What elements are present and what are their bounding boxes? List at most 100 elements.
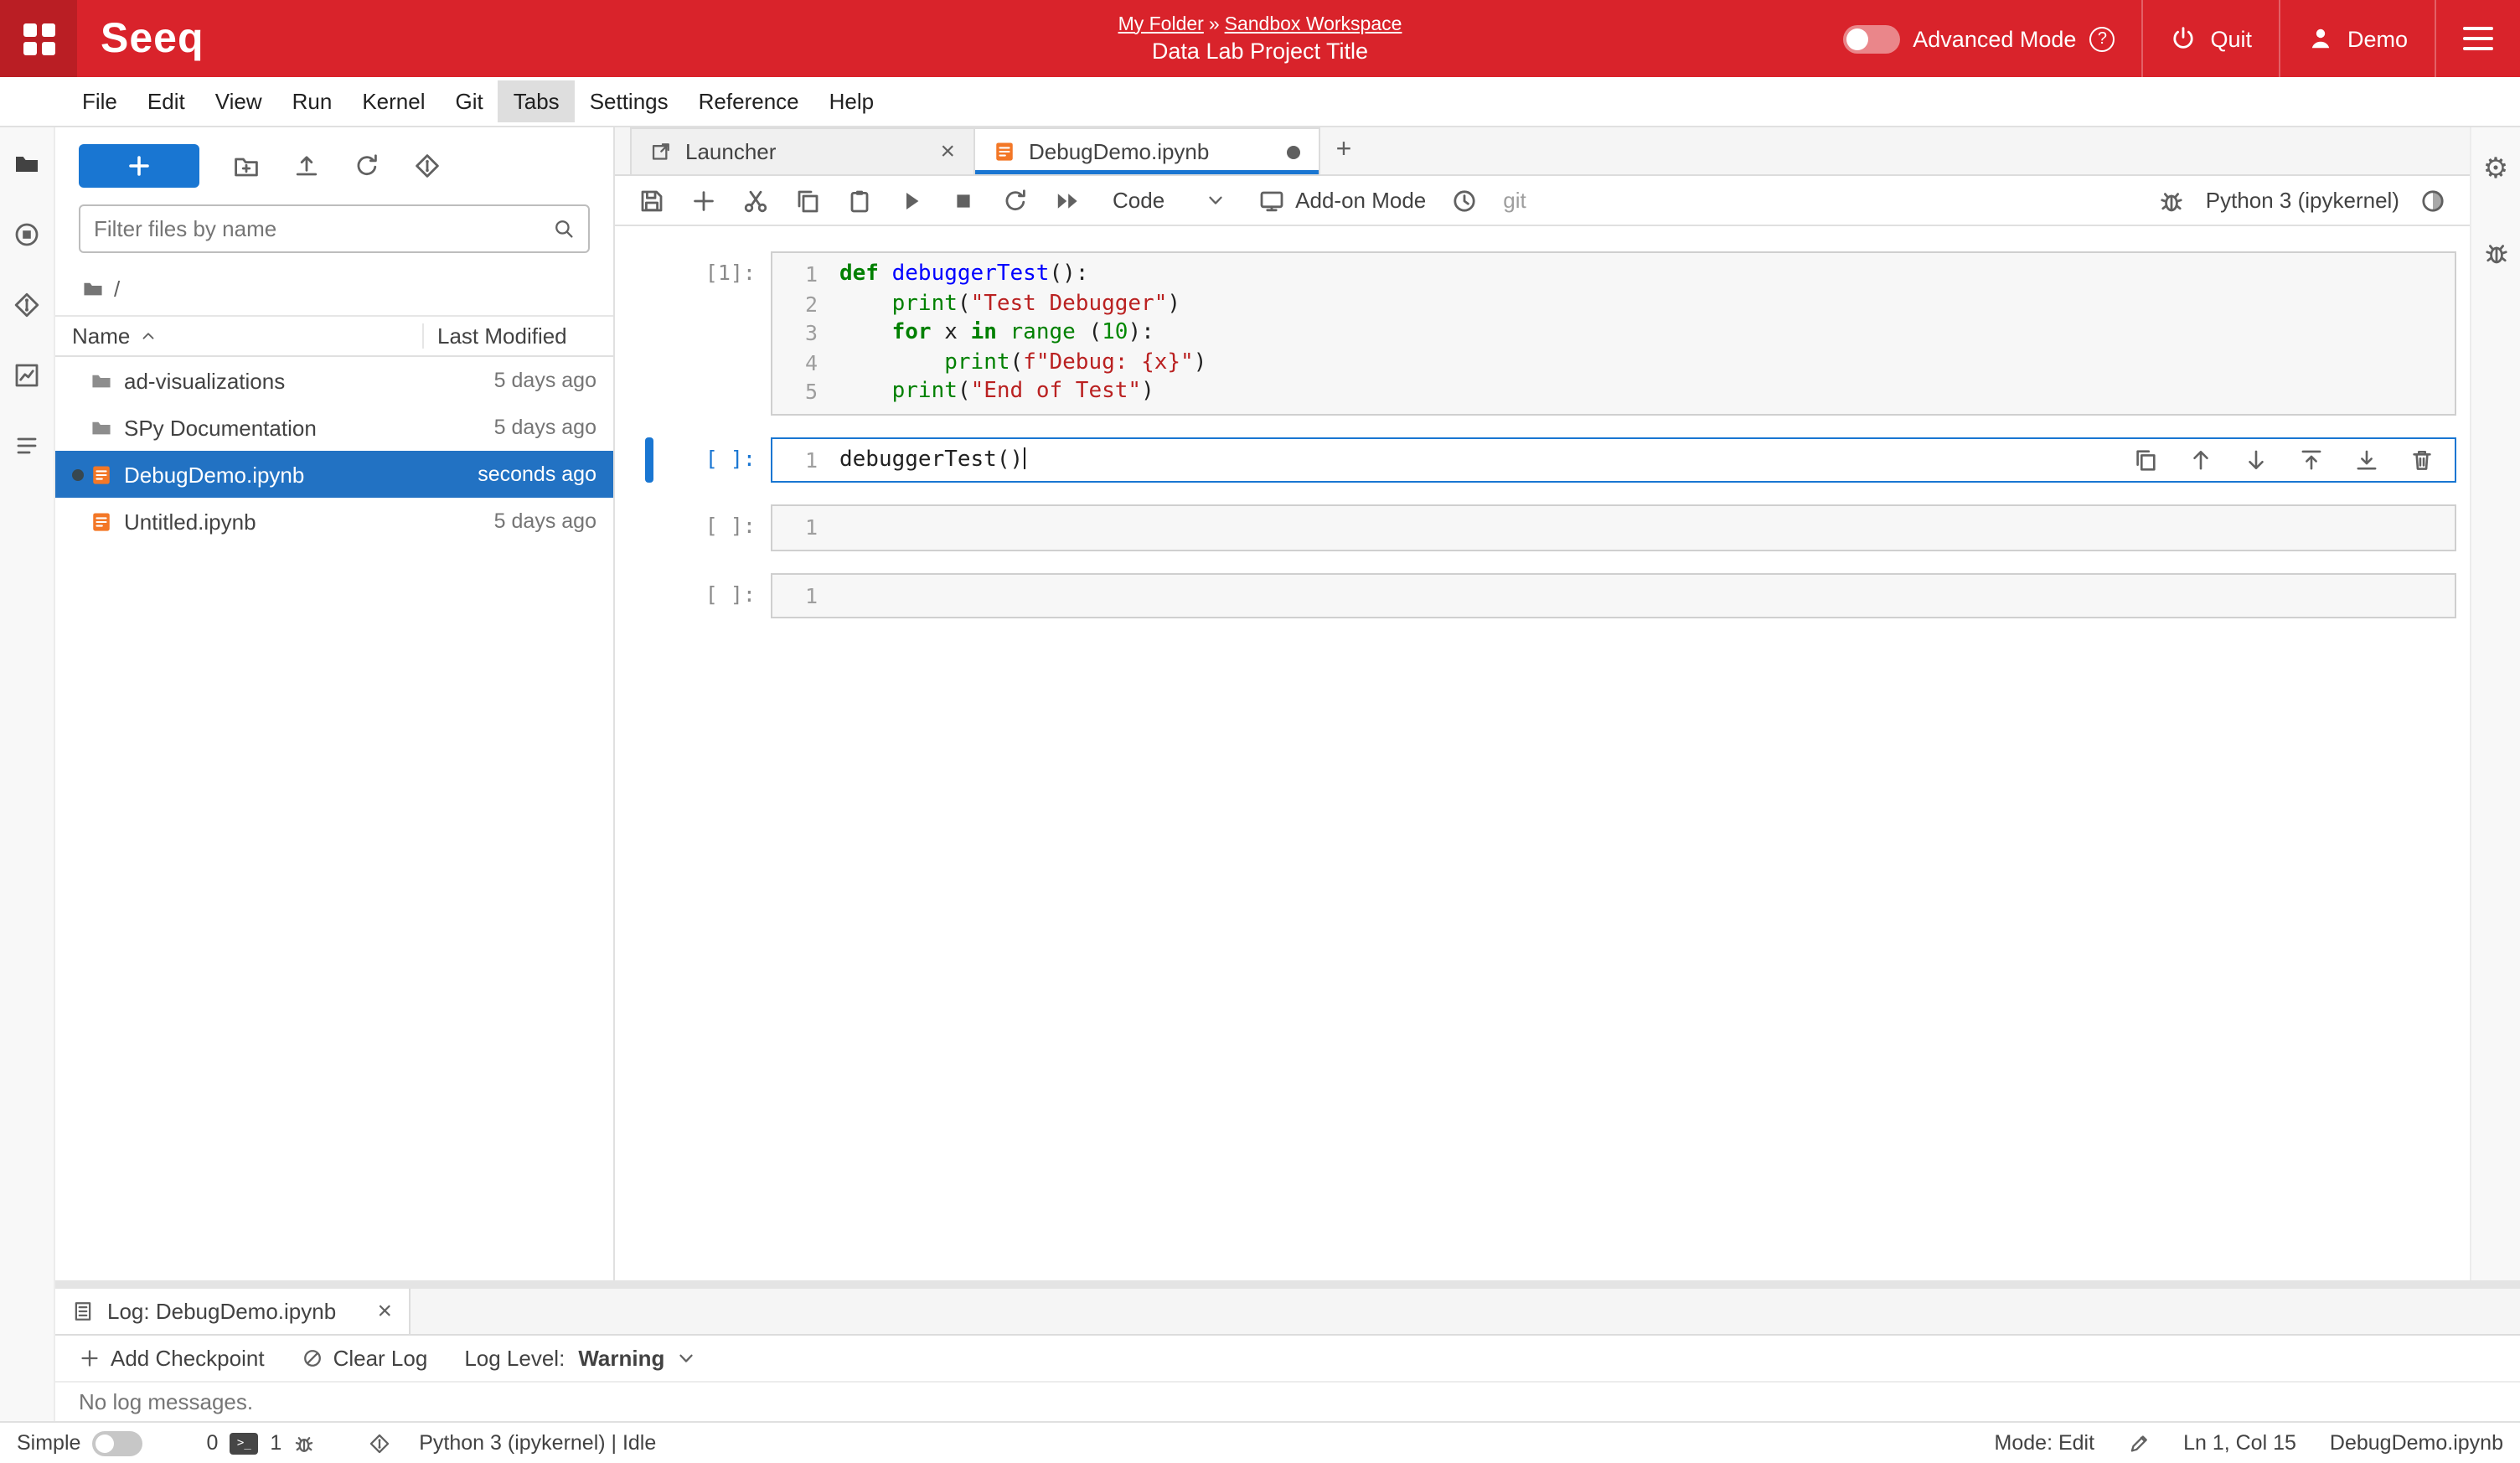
filter-files-input[interactable] — [94, 216, 553, 241]
help-icon[interactable]: ? — [2089, 26, 2115, 51]
running-kernels-tab-button[interactable] — [13, 221, 40, 248]
menu-view[interactable]: View — [200, 80, 277, 122]
table-of-contents-tab-button[interactable] — [13, 432, 40, 459]
cell-collapser[interactable] — [645, 437, 653, 483]
notebook-toolbar-right: Python 3 (ipykernel) — [2159, 187, 2446, 214]
breadcrumb-workspace-link[interactable]: Sandbox Workspace — [1225, 14, 1402, 34]
close-icon[interactable]: × — [940, 139, 955, 164]
user-menu[interactable]: Demo — [2279, 0, 2435, 77]
kernel-name[interactable]: Python 3 (ipykernel) — [2206, 188, 2399, 213]
terminal-count[interactable]: 0 — [206, 1431, 218, 1455]
menu-edit[interactable]: Edit — [132, 80, 200, 122]
breadcrumb-my-folder-link[interactable]: My Folder — [1118, 14, 1204, 34]
file-row-debugdemo[interactable]: DebugDemo.ipynb seconds ago — [55, 451, 613, 498]
debugger-tab-button[interactable] — [2482, 240, 2509, 266]
close-icon[interactable]: × — [377, 1299, 392, 1324]
duplicate-icon — [2133, 447, 2158, 472]
insert-cell-below-button[interactable] — [2354, 447, 2379, 472]
breadcrumb: My Folder » Sandbox Workspace — [1118, 14, 1402, 34]
save-button[interactable] — [638, 187, 665, 214]
bug-icon[interactable] — [293, 1432, 315, 1454]
git-icon[interactable] — [369, 1432, 390, 1454]
restart-run-all-button[interactable] — [1054, 187, 1081, 214]
cut-cell-button[interactable] — [742, 187, 769, 214]
refresh-button[interactable] — [354, 153, 380, 179]
add-checkpoint-button[interactable]: Add Checkpoint — [79, 1346, 265, 1371]
property-inspector-tab-button[interactable]: ⚙ — [2483, 154, 2509, 186]
add-icon — [79, 1347, 101, 1369]
tab-debugdemo-notebook[interactable]: DebugDemo.ipynb — [975, 127, 1320, 174]
new-tab-button[interactable]: + — [1320, 127, 1367, 174]
advanced-mode-toggle[interactable] — [1842, 24, 1899, 53]
dock-panel: Launcher × DebugDemo.ipynb + — [615, 127, 2470, 1280]
code-editor[interactable]: 1 — [771, 504, 2456, 551]
log-level-dropdown[interactable]: Warning — [578, 1346, 696, 1371]
file-browser-breadcrumb[interactable]: / — [55, 270, 613, 315]
file-browser-tab-button[interactable] — [13, 151, 40, 178]
menu-kernel[interactable]: Kernel — [347, 80, 440, 122]
file-row-untitled[interactable]: Untitled.ipynb 5 days ago — [55, 498, 613, 545]
active-file-name[interactable]: DebugDemo.ipynb — [2330, 1431, 2503, 1455]
copy-cell-button[interactable] — [794, 187, 821, 214]
log-tab[interactable]: Log: DebugDemo.ipynb × — [55, 1289, 411, 1334]
git-clone-button[interactable] — [414, 153, 441, 179]
insert-cell-above-button[interactable] — [2299, 447, 2324, 472]
notebook-mode-indicator[interactable]: Mode: Edit — [1995, 1431, 2095, 1455]
log-level-control: Log Level: Warning — [464, 1346, 696, 1371]
menu-reference[interactable]: Reference — [684, 80, 814, 122]
file-row-ad-visualizations[interactable]: ad-visualizations 5 days ago — [55, 357, 613, 404]
menu-git[interactable]: Git — [441, 80, 498, 122]
simple-mode-toggle[interactable] — [92, 1430, 142, 1455]
code-editor[interactable]: 12345 def debuggerTest(): print("Test De… — [771, 251, 2456, 415]
cursor-position[interactable]: Ln 1, Col 15 — [2183, 1431, 2296, 1455]
upload-button[interactable] — [293, 153, 320, 179]
duplicate-cell-button[interactable] — [2133, 447, 2158, 472]
interrupt-kernel-button[interactable] — [950, 187, 977, 214]
clear-log-label: Clear Log — [333, 1346, 428, 1371]
menu-tabs[interactable]: Tabs — [498, 80, 575, 122]
run-cell-button[interactable] — [898, 187, 925, 214]
insert-cell-button[interactable] — [690, 187, 717, 214]
file-modified: 5 days ago — [494, 369, 596, 392]
quit-button[interactable]: Quit — [2141, 0, 2279, 77]
chart-extension-tab-button[interactable] — [13, 362, 40, 389]
sort-by-modified-header[interactable]: Last Modified — [422, 323, 596, 349]
restart-kernel-button[interactable] — [1002, 187, 1029, 214]
menu-help[interactable]: Help — [814, 80, 890, 122]
git-toolbar-label[interactable]: git — [1503, 188, 1526, 213]
menu-file[interactable]: File — [67, 80, 132, 122]
new-folder-button[interactable] — [233, 153, 260, 179]
delete-cell-button[interactable] — [2409, 447, 2435, 472]
move-cell-up-button[interactable] — [2188, 447, 2213, 472]
checkpoint-history-button[interactable] — [1451, 187, 1478, 214]
cell-type-dropdown[interactable]: Code — [1106, 184, 1233, 216]
addon-mode-button[interactable]: Add-on Mode — [1258, 187, 1426, 214]
cell-collapser[interactable] — [645, 251, 653, 415]
header-menu-button[interactable] — [2435, 0, 2520, 77]
new-launcher-button[interactable] — [79, 144, 199, 188]
code-editor[interactable]: 1 debuggerTest() — [771, 437, 2456, 483]
cell-collapser[interactable] — [645, 504, 653, 551]
clear-log-button[interactable]: Clear Log — [302, 1346, 428, 1371]
menu-settings[interactable]: Settings — [575, 80, 684, 122]
cell-type-value: Code — [1113, 188, 1164, 213]
kernel-count[interactable]: 1 — [270, 1431, 281, 1455]
gear-icon: ⚙ — [2483, 153, 2509, 184]
unsaved-changes-dot[interactable] — [1287, 145, 1300, 158]
tab-launcher[interactable]: Launcher × — [630, 127, 975, 174]
apps-grid-button[interactable] — [0, 0, 77, 77]
move-cell-down-button[interactable] — [2244, 447, 2269, 472]
notebook-content: [1]: 12345 def debuggerTest(): print("Te… — [615, 226, 2470, 1280]
kernel-status-text[interactable]: Python 3 (ipykernel) | Idle — [419, 1431, 656, 1455]
code-editor[interactable]: 1 — [771, 572, 2456, 618]
file-row-spy-documentation[interactable]: SPy Documentation 5 days ago — [55, 404, 613, 451]
sort-by-name-header[interactable]: Name — [72, 323, 422, 349]
debugger-button[interactable] — [2159, 187, 2186, 214]
folder-icon — [82, 278, 104, 300]
paste-cell-button[interactable] — [846, 187, 873, 214]
monitor-icon — [1258, 187, 1285, 214]
git-tab-button[interactable] — [13, 292, 40, 318]
menu-run[interactable]: Run — [277, 80, 348, 122]
cell-collapser[interactable] — [645, 572, 653, 618]
kernel-status-icon[interactable] — [2419, 187, 2446, 214]
